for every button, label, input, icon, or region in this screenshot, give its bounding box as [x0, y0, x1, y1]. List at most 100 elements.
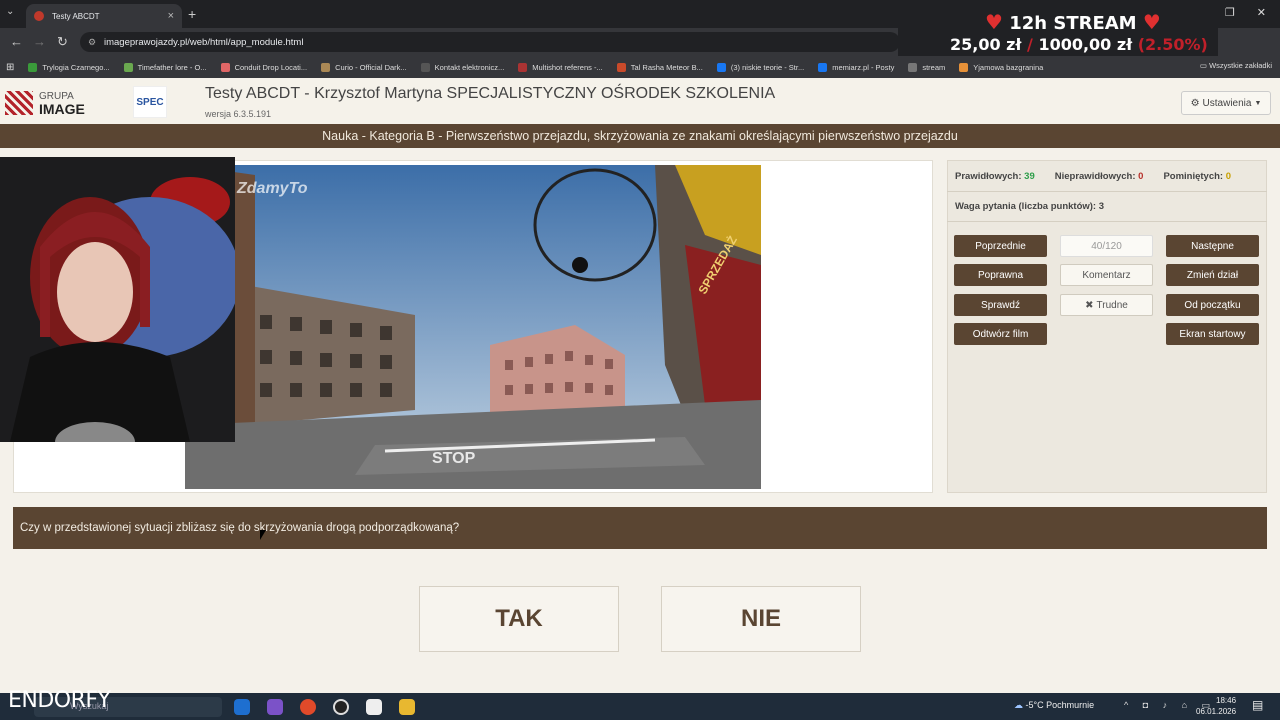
- new-tab-icon[interactable]: +: [188, 6, 196, 22]
- divider: [947, 221, 1267, 222]
- spec-logo: SPEC: [133, 86, 167, 118]
- bookmark-favicon-icon: [518, 62, 528, 72]
- watermark-text: ZdamyTo: [236, 180, 308, 197]
- clock-time: 18:46: [1216, 696, 1237, 705]
- heart-icon: ♥: [1142, 10, 1161, 34]
- donation-target: 1000,00 zł: [1038, 35, 1133, 54]
- close-tab-icon[interactable]: ×: [168, 10, 174, 22]
- bookmark-label: Multishot referens -...: [532, 62, 603, 72]
- bookmark-label: Trylogia Czarnego...: [42, 62, 110, 72]
- bookmark-favicon-icon: [220, 62, 230, 72]
- clock[interactable]: 18:46 06.01.2026: [1196, 695, 1236, 717]
- comment-button[interactable]: Komentarz: [1060, 264, 1153, 286]
- obs-icon[interactable]: [333, 699, 349, 715]
- url-text: imageprawojazdy.pl/web/html/app_module.h…: [104, 36, 304, 48]
- browser-tab[interactable]: Testy ABCDT ×: [26, 4, 182, 28]
- stat-skipped-label: Pominiętych:: [1163, 171, 1224, 182]
- site-info-icon[interactable]: ⚙: [88, 37, 96, 48]
- app-icon[interactable]: [267, 699, 283, 715]
- stat-correct-value: 39: [1024, 171, 1035, 182]
- mark-hard-button[interactable]: ✖ Trudne: [1060, 294, 1153, 316]
- bookmark-label: Kontakt elektronicz...: [434, 62, 505, 72]
- bookmark-favicon-icon: [616, 62, 626, 72]
- bookmark-favicon-icon: [818, 62, 828, 72]
- next-button[interactable]: Następne: [1166, 235, 1259, 257]
- close-window-icon[interactable]: ✕: [1257, 6, 1266, 19]
- bookmark-favicon-icon: [123, 62, 133, 72]
- x-icon: ✖: [1085, 299, 1094, 311]
- donation-separator: /: [1027, 35, 1033, 54]
- bookmark-label: Tal Rasha Meteor B...: [630, 62, 703, 72]
- forward-icon[interactable]: →: [33, 34, 46, 49]
- restart-button[interactable]: Od początku: [1166, 294, 1259, 316]
- apps-icon[interactable]: ⊞: [6, 62, 14, 73]
- tab-title: Testy ABCDT: [52, 11, 100, 21]
- weight-label: Waga pytania (liczba punktów):: [955, 201, 1097, 212]
- bookmark-item[interactable]: stream: [908, 62, 946, 72]
- bookmark-item[interactable]: Yjamowa bazgranina: [959, 62, 1044, 72]
- question-counter: 40/120: [1060, 235, 1153, 257]
- show-correct-button[interactable]: Poprawna: [954, 264, 1047, 286]
- donation-goal: 25,00 zł / 1000,00 zł (2.50%): [950, 35, 1208, 54]
- bookmark-favicon-icon: [959, 62, 969, 72]
- bookmark-item[interactable]: (3) niskie teorie - Str...: [716, 62, 805, 72]
- maximize-icon[interactable]: ❐: [1225, 6, 1235, 19]
- question-weight: Waga pytania (liczba punktów): 3: [955, 201, 1104, 212]
- reload-icon[interactable]: ↻: [57, 34, 68, 50]
- bookmark-item[interactable]: Tal Rasha Meteor B...: [616, 62, 703, 72]
- bookmark-item[interactable]: Multishot referens -...: [518, 62, 603, 72]
- url-bar[interactable]: ⚙ imageprawojazdy.pl/web/html/app_module…: [80, 32, 900, 52]
- webcam-overlay: [0, 157, 235, 442]
- logo-stripes-icon: [5, 91, 33, 115]
- settings-dropdown[interactable]: ⚙ Ustawienia ▼: [1181, 91, 1271, 115]
- previous-button[interactable]: Poprzednie: [954, 235, 1047, 257]
- divider: [947, 191, 1267, 192]
- copilot-icon[interactable]: [234, 699, 250, 715]
- stat-incorrect-value: 0: [1138, 171, 1144, 182]
- bookmark-item[interactable]: Conduit Drop Locati...: [220, 62, 307, 72]
- stat-incorrect: Nieprawidłowych: 0: [1055, 171, 1144, 182]
- app-version: wersja 6.3.5.191: [205, 109, 272, 119]
- donation-raised: 25,00 zł: [950, 35, 1022, 54]
- mouse-cursor-icon: [260, 530, 266, 540]
- bookmark-label: Yjamowa bazgranina: [973, 62, 1044, 72]
- stats-row: Prawidłowych: 39 Nieprawidłowych: 0 Pomi…: [955, 171, 1231, 182]
- page-title: Testy ABCDT - Krzysztof Martyna SPECJALI…: [205, 85, 776, 102]
- bookmark-item[interactable]: memiarz.pl - Posty: [818, 62, 894, 72]
- bookmark-item[interactable]: Trylogia Czarnego...: [28, 62, 110, 72]
- gears-icon: ⚙: [1190, 97, 1200, 109]
- caret-down-icon: ▼: [1254, 99, 1262, 107]
- back-icon[interactable]: ←: [10, 34, 23, 49]
- stat-skipped: Pominiętych: 0: [1163, 171, 1231, 182]
- bookmark-favicon-icon: [908, 62, 918, 72]
- bookmark-label: (3) niskie teorie - Str...: [730, 62, 805, 72]
- stat-correct-label: Prawidłowych:: [955, 171, 1022, 182]
- play-video-button[interactable]: Odtwórz film: [954, 323, 1047, 345]
- check-button[interactable]: Sprawdź: [954, 294, 1047, 316]
- question-text: Czy w przedstawionej sytuacji zbliżasz s…: [13, 507, 1267, 549]
- weather-widget[interactable]: ☁ -5°C Pochmurnie: [1014, 700, 1094, 711]
- question-image: STOP ZdamyTo SPRZEDAŻ: [185, 165, 761, 489]
- bookmark-label: stream: [922, 62, 946, 72]
- all-bookmarks-label: Wszystkie zakładki: [1209, 61, 1272, 70]
- cloud-icon: ☁: [1014, 700, 1023, 710]
- bookmark-favicon-icon: [716, 62, 726, 72]
- answer-no-button[interactable]: NIE: [661, 586, 861, 652]
- stream-title: ♥ 12h STREAM ♥: [985, 10, 1161, 34]
- weight-value: 3: [1098, 201, 1105, 212]
- bookmark-item[interactable]: Timefather lore - O...: [123, 62, 207, 72]
- file-explorer-icon[interactable]: [399, 699, 415, 715]
- chrome-icon[interactable]: [300, 699, 316, 715]
- start-screen-button[interactable]: Ekran startowy: [1166, 323, 1259, 345]
- bookmark-favicon-icon: [321, 62, 331, 72]
- app-icon[interactable]: [366, 699, 382, 715]
- all-bookmarks[interactable]: ▭ Wszystkie zakładki: [1200, 61, 1272, 70]
- change-section-button[interactable]: Zmień dział: [1166, 264, 1259, 286]
- bookmarks-bar: ⊞ Trylogia Czarnego... Timefather lore - …: [0, 56, 1280, 78]
- bookmark-item[interactable]: Kontakt elektronicz...: [420, 62, 505, 72]
- tab-search-icon[interactable]: ⌄: [6, 6, 14, 17]
- heart-icon: ♥: [985, 10, 1003, 34]
- bookmark-item[interactable]: Curio - Official Dark...: [321, 62, 407, 72]
- answer-yes-button[interactable]: TAK: [419, 586, 619, 652]
- notifications-icon[interactable]: ▤: [1252, 698, 1263, 712]
